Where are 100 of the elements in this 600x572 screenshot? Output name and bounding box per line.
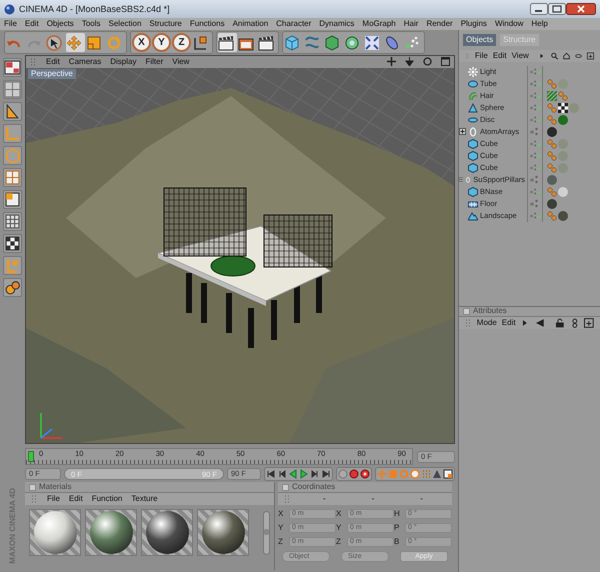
move-arrows-icon[interactable] xyxy=(387,57,396,66)
menu-item[interactable]: File xyxy=(47,494,60,504)
search-icon[interactable] xyxy=(550,50,558,61)
spline-icon[interactable] xyxy=(304,34,320,50)
check-icon[interactable] xyxy=(537,80,542,87)
checker-icon[interactable] xyxy=(4,235,21,252)
check-icon[interactable] xyxy=(537,140,542,147)
material-tag-ball[interactable] xyxy=(547,198,557,209)
menu-item[interactable]: Mode xyxy=(476,318,497,328)
menu-item[interactable]: Dynamics xyxy=(319,19,354,29)
menu-item[interactable]: Hair xyxy=(404,19,418,29)
visibility-dots-icon[interactable] xyxy=(534,103,536,112)
check-icon[interactable] xyxy=(537,92,542,99)
dots-grid-icon[interactable] xyxy=(421,469,431,479)
first-frame-icon[interactable] xyxy=(266,469,276,479)
maximize-icon[interactable] xyxy=(441,57,450,66)
menu-item[interactable]: Filter xyxy=(145,57,164,67)
visibility-dot-icon[interactable] xyxy=(530,142,534,146)
visibility-dots-icon[interactable] xyxy=(534,67,536,76)
visibility-dots-icon[interactable] xyxy=(534,151,536,160)
circles-icon[interactable] xyxy=(4,279,21,296)
check-icon[interactable] xyxy=(537,104,542,111)
menu-item[interactable]: Render xyxy=(426,19,453,29)
record-icon[interactable] xyxy=(349,469,359,479)
expand-box-icon[interactable] xyxy=(459,128,466,136)
visibility-dots-icon[interactable] xyxy=(534,91,536,100)
menu-item[interactable]: Edit xyxy=(68,494,83,504)
close-icon[interactable] xyxy=(566,3,596,15)
visibility-dots-icon[interactable] xyxy=(534,187,536,196)
visibility-dots-icon[interactable] xyxy=(534,163,536,172)
visibility-dots-icon[interactable] xyxy=(534,211,536,220)
previous-frame-icon[interactable] xyxy=(288,469,298,479)
phong-tag-icon[interactable] xyxy=(547,138,557,149)
visibility-dots-icon[interactable] xyxy=(534,115,536,124)
maximize-icon[interactable] xyxy=(548,3,566,15)
scrollbar-icon[interactable] xyxy=(263,510,270,554)
axis-lock-button[interactable]: Y xyxy=(152,33,171,52)
visibility-dots-icon[interactable] xyxy=(535,127,538,136)
visibility-dot-icon[interactable] xyxy=(530,178,534,182)
rotate-icon[interactable] xyxy=(423,57,432,66)
record-off-icon[interactable] xyxy=(338,469,348,479)
play-icon[interactable] xyxy=(299,469,309,479)
menu-item[interactable]: Plugins xyxy=(460,19,487,29)
menu-item[interactable]: Display xyxy=(110,57,136,67)
menu-item[interactable]: View xyxy=(512,50,529,60)
menu-item[interactable]: Character xyxy=(276,19,312,29)
menu-item[interactable]: Structure xyxy=(149,19,182,29)
visibility-dot-icon[interactable] xyxy=(530,154,534,158)
visibility-dot-icon[interactable] xyxy=(530,214,534,218)
menu-item[interactable]: View xyxy=(172,57,190,67)
phong-tag-icon[interactable] xyxy=(547,162,557,173)
menu-item[interactable]: Edit xyxy=(46,57,60,67)
panel-checkbox[interactable] xyxy=(282,484,289,490)
check-icon[interactable] xyxy=(537,68,542,75)
quarter-square-icon[interactable] xyxy=(4,191,21,208)
visibility-dot-icon[interactable] xyxy=(530,130,534,134)
menu-item[interactable]: Edit xyxy=(492,50,507,60)
cube-icon[interactable] xyxy=(284,34,300,50)
lock-icon[interactable] xyxy=(554,318,565,328)
menu-item[interactable]: Edit xyxy=(24,19,39,29)
previous-key-icon[interactable] xyxy=(277,469,287,479)
grid-icon[interactable] xyxy=(4,169,21,186)
last-frame-icon[interactable] xyxy=(321,469,331,479)
visibility-dot-icon[interactable] xyxy=(530,106,534,110)
menu-item[interactable]: Objects xyxy=(46,19,74,29)
visibility-dot-icon[interactable] xyxy=(530,118,534,122)
particles-icon[interactable] xyxy=(404,34,420,50)
playhead[interactable] xyxy=(28,451,34,462)
panel-checkbox[interactable] xyxy=(463,308,470,315)
layout-icon[interactable] xyxy=(4,59,21,76)
menu-item[interactable]: Cameras xyxy=(68,57,102,67)
material-tag-ball[interactable] xyxy=(547,126,557,137)
menu-item[interactable]: MoGraph xyxy=(362,19,396,29)
panel-tab[interactable]: Objects xyxy=(463,34,496,46)
check-icon[interactable] xyxy=(537,116,542,123)
phong-tag-icon[interactable] xyxy=(547,210,557,221)
visibility-dot-icon[interactable] xyxy=(530,82,534,86)
checker-grid-icon[interactable] xyxy=(4,81,21,98)
menu-item[interactable]: Texture xyxy=(131,494,158,504)
next-key-icon[interactable] xyxy=(310,469,320,479)
down-arrow-icon[interactable] xyxy=(405,57,414,66)
check-icon[interactable] xyxy=(537,188,542,195)
check-icon[interactable] xyxy=(537,212,542,219)
check-icon[interactable] xyxy=(537,164,542,171)
phong-tag-icon[interactable] xyxy=(547,186,557,197)
menu-item[interactable]: Window xyxy=(494,19,524,29)
visibility-dot-icon[interactable] xyxy=(530,166,534,170)
menu-item[interactable]: Function xyxy=(92,494,122,504)
visibility-dot-icon[interactable] xyxy=(530,94,534,98)
menu-item[interactable]: Tools xyxy=(82,19,100,29)
add-window-icon[interactable] xyxy=(584,318,594,328)
expand-box-icon[interactable] xyxy=(459,176,464,184)
axis-lock-button[interactable]: X xyxy=(132,33,151,52)
grid-icon[interactable] xyxy=(4,213,21,230)
visibility-dot-icon[interactable] xyxy=(530,190,534,194)
hexagon-icon[interactable] xyxy=(324,34,340,50)
visibility-dots-icon[interactable] xyxy=(535,175,538,184)
scale-square-icon[interactable] xyxy=(86,34,102,50)
keyframe-icon[interactable] xyxy=(443,469,453,479)
panel-checkbox[interactable] xyxy=(29,484,36,490)
